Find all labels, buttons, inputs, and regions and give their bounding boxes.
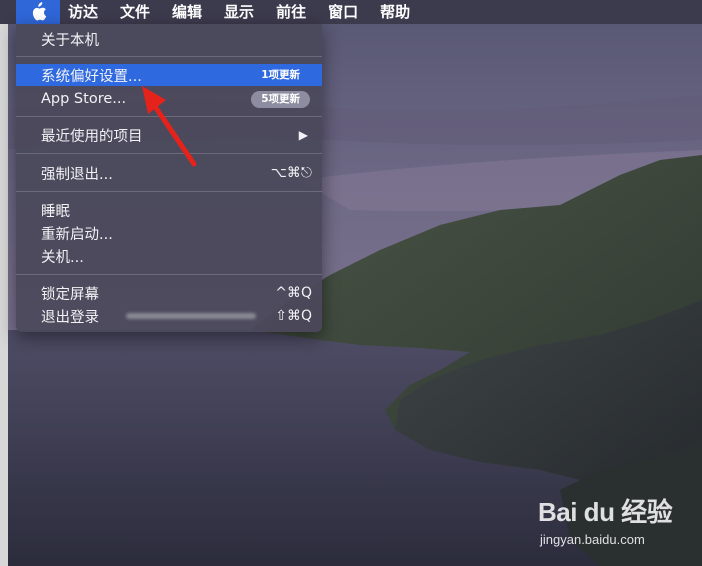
menu-item-label: 睡眠 xyxy=(41,203,70,220)
watermark-url: jingyan.baidu.com xyxy=(540,532,645,547)
menu-item-label: 最近使用的项目 xyxy=(41,128,143,145)
menu-item-label: 锁定屏幕 xyxy=(41,286,99,303)
update-badge: 5项更新 xyxy=(251,90,310,108)
menu-item-log-out[interactable]: 退出登录 ⇧⌘Q xyxy=(16,305,322,327)
menu-item-label: 关机... xyxy=(41,249,84,266)
menu-item-about-this-mac[interactable]: 关于本机 xyxy=(16,28,322,50)
menubar-item-window[interactable]: 窗口 xyxy=(328,0,370,24)
menu-item-label: 重新启动... xyxy=(41,226,113,243)
menu-item-label: 退出登录 xyxy=(41,309,99,326)
menubar-item-file[interactable]: 文件 xyxy=(120,0,162,24)
menubar-item-edit[interactable]: 编辑 xyxy=(172,0,214,24)
menu-item-sleep[interactable]: 睡眠 xyxy=(16,199,322,221)
submenu-arrow-icon: ▶ xyxy=(298,128,308,142)
apple-logo-icon xyxy=(32,2,47,21)
menu-separator xyxy=(16,274,322,275)
menu-item-label: App Store... xyxy=(41,91,127,107)
menu-item-label: 系统偏好设置... xyxy=(41,68,142,85)
menu-item-lock-screen[interactable]: 锁定屏幕 ^⌘Q xyxy=(16,282,322,304)
menubar-item-finder[interactable]: 访达 xyxy=(68,0,110,24)
menubar-item-help[interactable]: 帮助 xyxy=(380,0,422,24)
annotation-arrow-icon xyxy=(142,86,197,167)
menu-item-label: 关于本机 xyxy=(41,32,99,49)
menu-item-shut-down[interactable]: 关机... xyxy=(16,245,322,267)
menubar-item-go[interactable]: 前往 xyxy=(276,0,318,24)
baidu-jingyan-watermark: Bai du 经验 jingyan.baidu.com xyxy=(538,492,698,552)
apple-dropdown-menu: 关于本机 系统偏好设置... 1项更新 App Store... 5项更新 最近… xyxy=(16,24,322,332)
window-edge xyxy=(0,0,8,566)
keyboard-shortcut: ⇧⌘Q xyxy=(275,308,312,324)
menu-separator xyxy=(16,56,322,57)
menu-item-label: 强制退出... xyxy=(41,166,113,183)
menu-item-restart[interactable]: 重新启动... xyxy=(16,222,322,244)
menu-separator xyxy=(16,191,322,192)
menubar-item-view[interactable]: 显示 xyxy=(224,0,266,24)
apple-menu-button[interactable] xyxy=(16,0,60,24)
keyboard-shortcut: ^⌘Q xyxy=(275,285,312,301)
watermark-logo: Bai du 经验 xyxy=(538,497,673,527)
keyboard-shortcut: ⌥⌘⎋ xyxy=(270,165,312,181)
update-badge: 1项更新 xyxy=(261,68,300,81)
menu-bar: 访达 文件 编辑 显示 前往 窗口 帮助 xyxy=(0,0,702,24)
blurred-username xyxy=(126,313,256,319)
